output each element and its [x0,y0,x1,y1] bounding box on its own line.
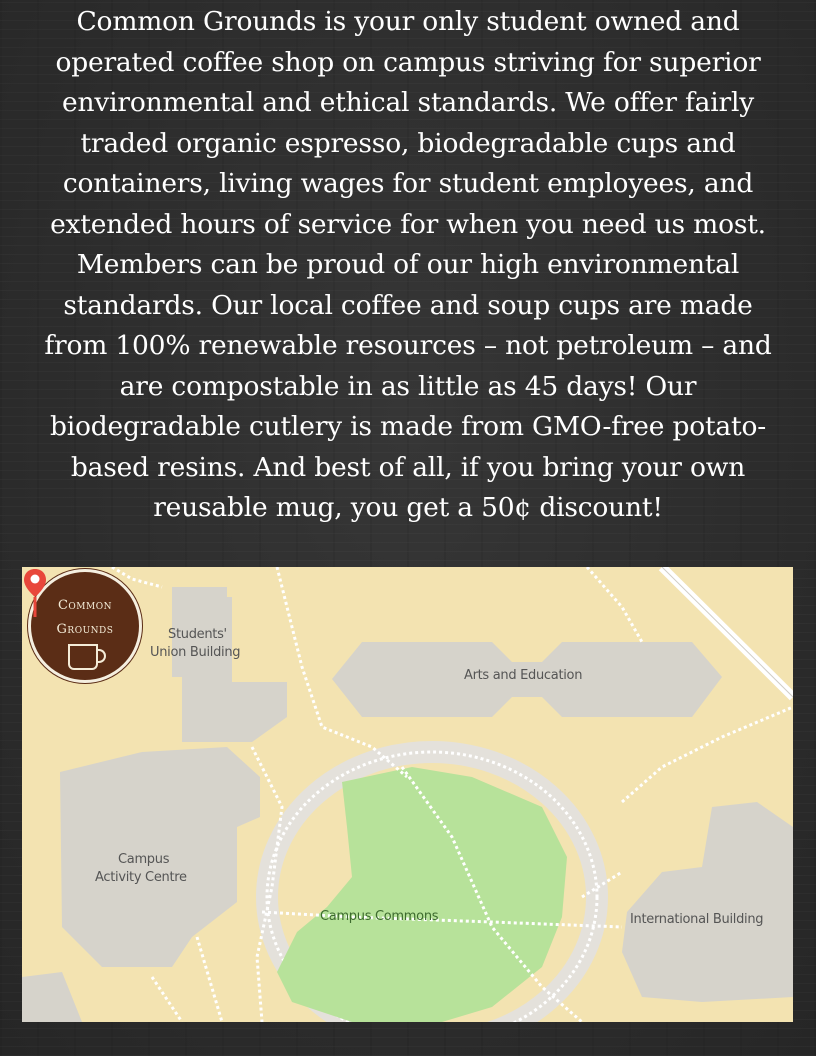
label-students-union-line1: Students' [168,627,227,642]
footpath [150,976,184,1022]
intro-line: environmental and ethical standards. We … [61,87,755,118]
campus-map[interactable]: Common Grounds Students' Union Building … [22,567,793,1022]
logo-line-2: Grounds [56,622,114,637]
footpath [195,936,224,1022]
intro-line: from 100% renewable resources – not petr… [44,330,772,361]
intro-paragraph: Common Grounds is your only student owne… [14,2,802,529]
intro-line: Common Grounds is your only student owne… [76,6,740,37]
campus-commons-green [277,767,567,1022]
label-campus-activity-line2: Activity Centre [95,870,187,885]
map-pin-icon[interactable] [22,567,48,619]
label-arts-education: Arts and Education [464,668,583,683]
intro-line: reusable mug, you get a 50¢ discount! [153,492,663,523]
international-building-shape [622,802,793,1002]
intro-line: standards. Our local coffee and soup cup… [63,289,753,321]
coffee-mug-handle [96,649,106,663]
intro-line: traded organic espresso, biodegradable c… [80,127,736,159]
small-building-shape [22,972,82,1022]
footpath [585,567,644,643]
students-union-building-shape [172,587,287,742]
intro-line: extended hours of service for when you n… [50,208,766,240]
intro-line: based resins. And best of all, if you br… [70,451,746,483]
intro-line: operated coffee shop on campus striving … [55,46,761,78]
intro-line: biodegradable cutlery is made from GMO-f… [50,411,766,442]
label-international-building: International Building [630,912,764,927]
label-campus-commons: Campus Commons [320,909,439,924]
intro-line: are compostable in as little as 45 days!… [119,370,697,402]
label-campus-activity-line1: Campus [118,852,170,867]
coffee-mug-body [68,644,98,670]
footpath [621,705,793,804]
intro-line: containers, living wages for student emp… [62,168,754,199]
label-students-union-line2: Union Building [150,645,241,660]
intro-line: Members can be proud of our high environ… [76,249,740,280]
